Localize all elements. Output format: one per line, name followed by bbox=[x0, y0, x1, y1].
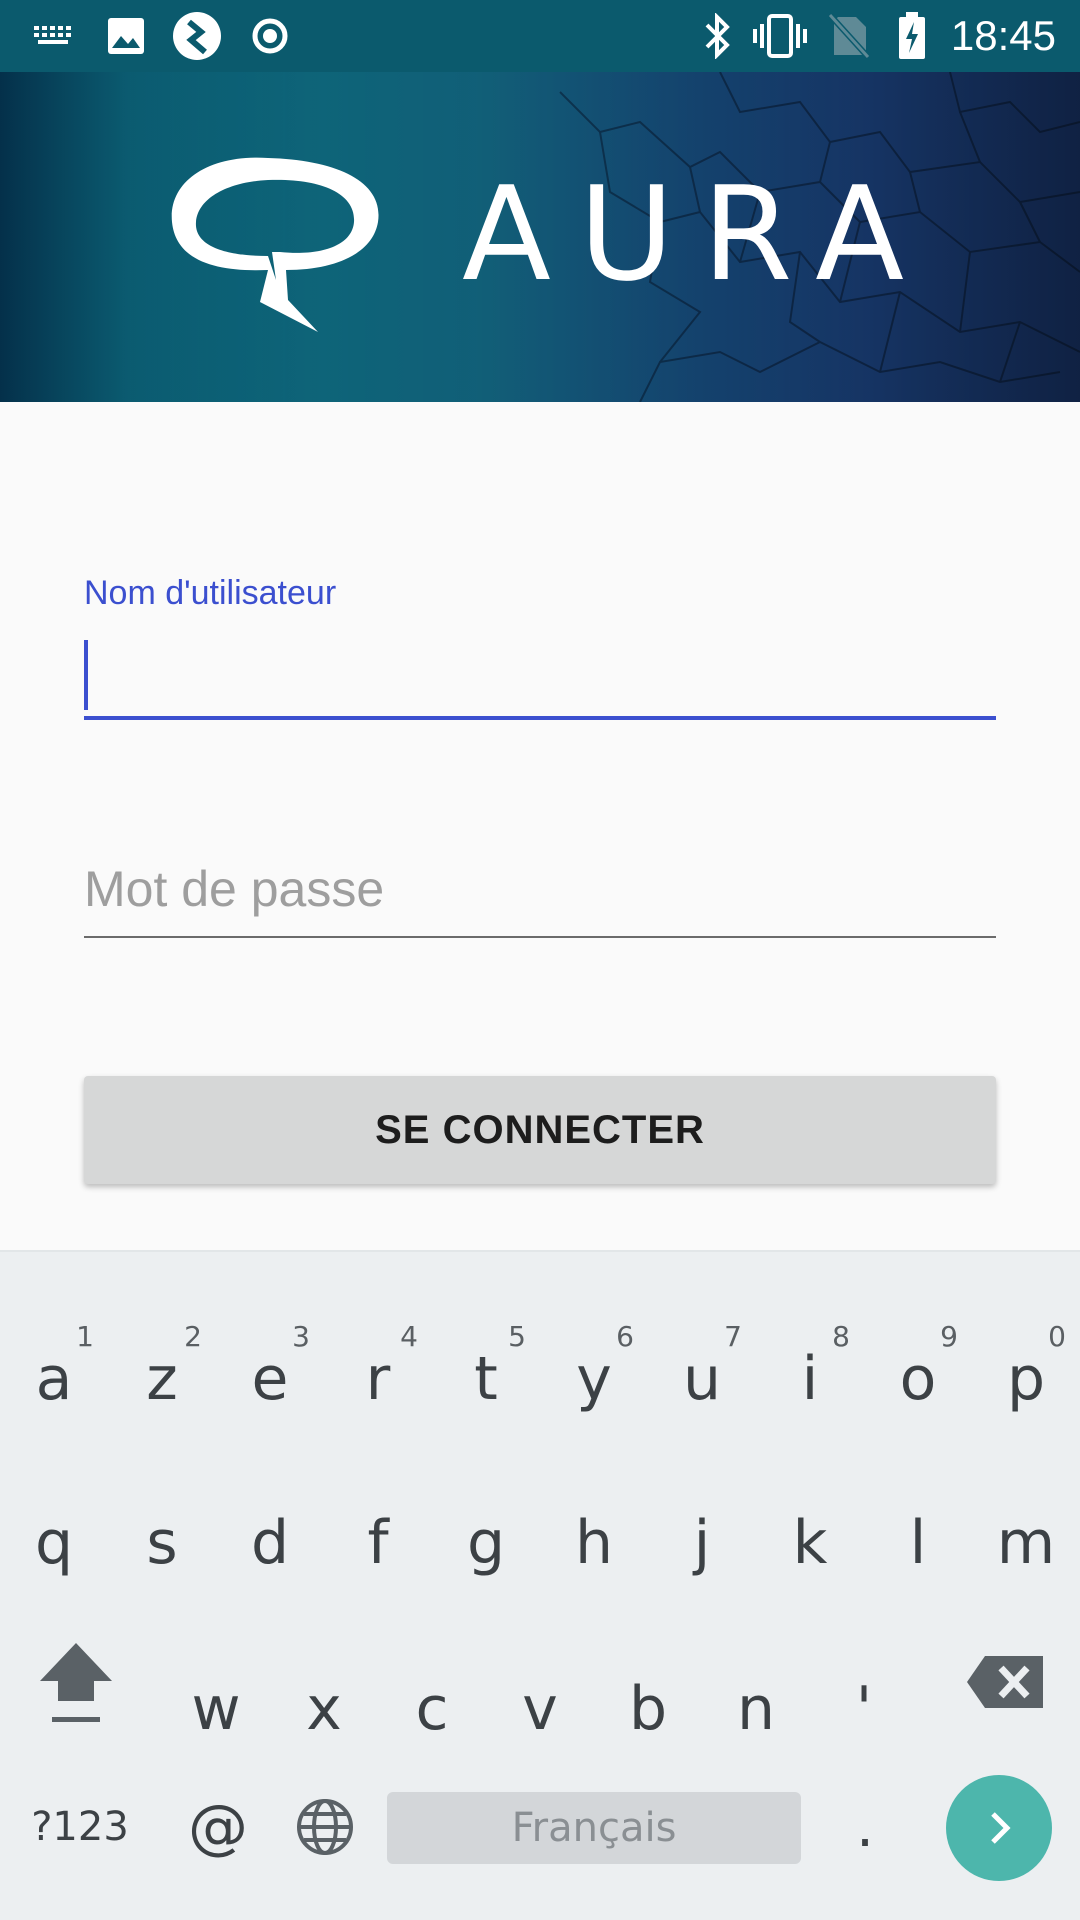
status-time: 18:45 bbox=[950, 12, 1056, 59]
key-s[interactable]: s bbox=[108, 1466, 216, 1616]
symbols-key[interactable]: ?123 bbox=[20, 1787, 140, 1867]
enter-key[interactable] bbox=[946, 1775, 1052, 1881]
text-cursor bbox=[84, 640, 88, 710]
key-label: m bbox=[996, 1508, 1056, 1578]
space-key[interactable]: Français bbox=[387, 1792, 801, 1864]
key-c[interactable]: c bbox=[378, 1632, 486, 1782]
key-label: l bbox=[909, 1508, 927, 1578]
shift-icon bbox=[40, 1643, 112, 1722]
key-label: p bbox=[1006, 1344, 1046, 1414]
key-m[interactable]: m bbox=[972, 1466, 1080, 1616]
username-input[interactable] bbox=[84, 630, 996, 720]
key-r[interactable]: r4 bbox=[324, 1302, 432, 1452]
username-label: Nom d'utilisateur bbox=[84, 574, 337, 612]
key-label: c bbox=[415, 1674, 449, 1744]
key-label: x bbox=[306, 1674, 342, 1744]
key-n[interactable]: n bbox=[702, 1632, 810, 1782]
battery-charging-icon bbox=[894, 12, 930, 60]
key-v[interactable]: v bbox=[486, 1632, 594, 1782]
key-label: u bbox=[682, 1344, 722, 1414]
key-hint-number: 6 bbox=[616, 1320, 634, 1353]
key-label: y bbox=[576, 1344, 612, 1414]
login-button[interactable]: SE CONNECTER bbox=[84, 1076, 996, 1184]
key-t[interactable]: t5 bbox=[432, 1302, 540, 1452]
status-bar: 18:45 bbox=[0, 0, 1080, 72]
key-x[interactable]: x bbox=[270, 1632, 378, 1782]
vibrate-icon bbox=[752, 12, 808, 60]
key-p[interactable]: p0 bbox=[972, 1302, 1080, 1452]
key-label: g bbox=[466, 1508, 506, 1578]
key-label: t bbox=[474, 1344, 498, 1414]
key-apostrophe[interactable]: ' bbox=[810, 1632, 918, 1782]
bluetooth-icon bbox=[698, 12, 738, 60]
key-g[interactable]: g bbox=[432, 1466, 540, 1616]
backspace-key[interactable] bbox=[950, 1622, 1060, 1742]
shift-key[interactable] bbox=[22, 1622, 130, 1742]
key-label: a bbox=[35, 1344, 73, 1414]
key-f[interactable]: f bbox=[324, 1466, 432, 1616]
key-hint-number: 5 bbox=[508, 1320, 526, 1353]
key-label: e bbox=[251, 1344, 289, 1414]
key-label: r bbox=[365, 1344, 391, 1414]
keyboard-icon bbox=[30, 12, 78, 60]
key-o[interactable]: o9 bbox=[864, 1302, 972, 1452]
key-u[interactable]: u7 bbox=[648, 1302, 756, 1452]
password-placeholder: Mot de passe bbox=[84, 861, 385, 917]
key-h[interactable]: h bbox=[540, 1466, 648, 1616]
key-label: z bbox=[146, 1344, 178, 1414]
key-label: d bbox=[250, 1508, 290, 1578]
key-d[interactable]: d bbox=[216, 1466, 324, 1616]
image-icon bbox=[104, 12, 148, 60]
key-k[interactable]: k bbox=[756, 1466, 864, 1616]
key-hint-number: 4 bbox=[400, 1320, 418, 1353]
no-sim-icon bbox=[826, 12, 872, 60]
aura-logo-icon bbox=[171, 157, 379, 332]
password-input[interactable]: Mot de passe bbox=[84, 850, 996, 938]
key-label: j bbox=[693, 1508, 711, 1578]
soft-keyboard: a1z2e3r4t5y6u7i8o9p0 qsdfghjklm w x c v b n ' … bbox=[0, 1250, 1080, 1920]
key-e[interactable]: e3 bbox=[216, 1302, 324, 1452]
key-b[interactable]: b bbox=[594, 1632, 702, 1782]
key-label: k bbox=[792, 1508, 828, 1578]
key-hint-number: 9 bbox=[940, 1320, 958, 1353]
key-z[interactable]: z2 bbox=[108, 1302, 216, 1452]
record-icon bbox=[248, 12, 292, 60]
backspace-icon bbox=[967, 1656, 1043, 1708]
chevron-right-icon bbox=[991, 1812, 1011, 1844]
key-y[interactable]: y6 bbox=[540, 1302, 648, 1452]
language-key[interactable] bbox=[280, 1782, 370, 1872]
key-q[interactable]: q bbox=[0, 1466, 108, 1616]
at-key[interactable]: @ bbox=[168, 1782, 268, 1872]
app-banner: AURA bbox=[0, 72, 1080, 402]
key-label: o bbox=[899, 1344, 937, 1414]
key-hint-number: 1 bbox=[76, 1320, 94, 1353]
key-hint-number: 2 bbox=[184, 1320, 202, 1353]
key-label: h bbox=[574, 1508, 614, 1578]
key-label: q bbox=[34, 1508, 74, 1578]
key-label: ' bbox=[855, 1674, 873, 1744]
android-debug-icon bbox=[170, 12, 224, 60]
key-j[interactable]: j bbox=[648, 1466, 756, 1616]
key-label: w bbox=[191, 1674, 241, 1744]
globe-icon bbox=[297, 1799, 353, 1855]
key-label: n bbox=[736, 1674, 776, 1744]
key-hint-number: 0 bbox=[1048, 1320, 1066, 1353]
key-label: v bbox=[522, 1674, 558, 1744]
key-w[interactable]: w bbox=[162, 1632, 270, 1782]
key-label: s bbox=[146, 1508, 178, 1578]
key-l[interactable]: l bbox=[864, 1466, 972, 1616]
app-name-logo: AURA bbox=[462, 158, 933, 310]
key-i[interactable]: i8 bbox=[756, 1302, 864, 1452]
key-label: i bbox=[801, 1344, 819, 1414]
key-a[interactable]: a1 bbox=[0, 1302, 108, 1452]
key-label: b bbox=[628, 1674, 668, 1744]
period-key[interactable]: . bbox=[820, 1782, 910, 1872]
key-hint-number: 8 bbox=[832, 1320, 850, 1353]
key-label: f bbox=[367, 1508, 389, 1578]
key-hint-number: 3 bbox=[292, 1320, 310, 1353]
key-hint-number: 7 bbox=[724, 1320, 742, 1353]
